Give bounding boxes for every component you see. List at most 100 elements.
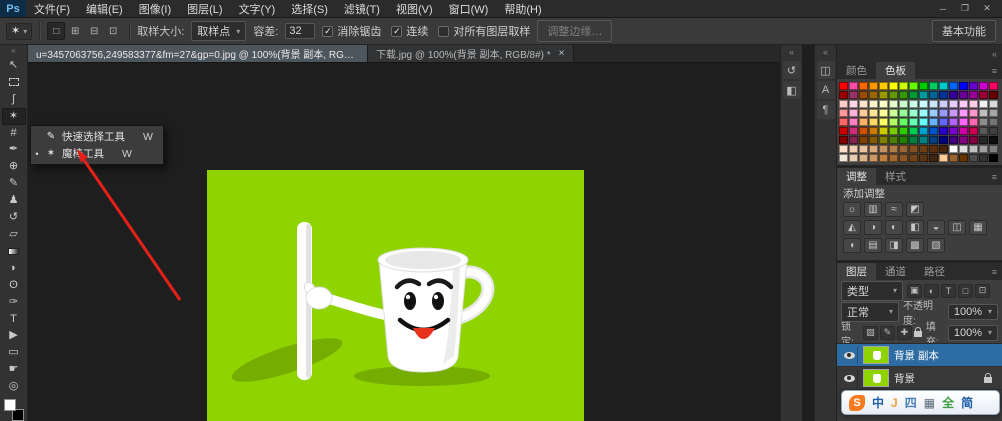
layer-row-2[interactable]: 背景	[837, 367, 1002, 390]
vibrance-adjustment-icon[interactable]: ◭	[843, 220, 861, 235]
color-swatch[interactable]	[929, 100, 938, 108]
menu-edit[interactable]: 编辑(E)	[78, 0, 131, 17]
color-swatch[interactable]	[909, 100, 918, 108]
color-swatch[interactable]	[979, 127, 988, 135]
color-swatch[interactable]	[939, 100, 948, 108]
color-swatch[interactable]	[929, 109, 938, 117]
color-swatch[interactable]	[949, 127, 958, 135]
color-swatch[interactable]	[989, 100, 998, 108]
color-swatch[interactable]	[939, 82, 948, 90]
color-swatch[interactable]	[839, 91, 848, 99]
color-swatch[interactable]	[879, 100, 888, 108]
color-swatch[interactable]	[859, 82, 868, 90]
color-swatch[interactable]	[979, 136, 988, 144]
add-to-selection-mode[interactable]: ⊞	[66, 22, 84, 40]
color-swatch[interactable]	[919, 91, 928, 99]
color-swatch[interactable]	[939, 109, 948, 117]
panel-menu-icon[interactable]: ≡	[992, 66, 997, 76]
color-swatch[interactable]	[989, 127, 998, 135]
color-swatch[interactable]	[969, 127, 978, 135]
color-swatch[interactable]	[899, 127, 908, 135]
document-tab-1[interactable]: u=3457063756,249583377&fm=27&gp=0.jpg @ …	[28, 45, 368, 62]
tab-channels[interactable]: 通道	[876, 263, 915, 280]
color-swatch[interactable]	[879, 109, 888, 117]
color-swatch[interactable]	[949, 82, 958, 90]
move-tool[interactable]: ↖	[2, 57, 26, 74]
color-swatch[interactable]	[959, 91, 968, 99]
ime-item-1[interactable]: 中	[872, 397, 884, 409]
color-swatch[interactable]	[949, 136, 958, 144]
zoom-tool[interactable]: ◎	[2, 378, 26, 395]
color-swatch[interactable]	[859, 136, 868, 144]
pen-tool[interactable]: ✑	[2, 294, 26, 311]
color-swatch[interactable]	[969, 82, 978, 90]
blur-tool[interactable]: ◗	[2, 260, 26, 277]
collapsed-info-panel-icon[interactable]: ◫	[817, 61, 835, 79]
color-swatch[interactable]	[869, 136, 878, 144]
color-swatch[interactable]	[979, 118, 988, 126]
color-swatch[interactable]	[949, 154, 958, 162]
color-swatch[interactable]	[889, 100, 898, 108]
ime-item-4[interactable]: ▦	[924, 397, 935, 409]
color-swatch[interactable]	[889, 145, 898, 153]
tab-paths[interactable]: 路径	[915, 263, 954, 280]
tool-preset-picker[interactable]: ✶ ▾	[6, 23, 32, 40]
menu-filter[interactable]: 滤镜(T)	[336, 0, 388, 17]
canvas-area[interactable]: ✎快速选择工具W•✶魔棒工具W	[28, 63, 780, 421]
color-swatch[interactable]	[989, 118, 998, 126]
eyedropper-tool[interactable]: ✒	[2, 142, 26, 159]
color-swatch[interactable]	[969, 100, 978, 108]
tab-close-icon[interactable]: ×	[557, 48, 565, 59]
color-lookup-adjustment-icon[interactable]: ▦	[969, 220, 987, 235]
new-selection-mode[interactable]: □	[47, 22, 65, 40]
menu-type[interactable]: 文字(Y)	[231, 0, 284, 17]
channel-mixer-adjustment-icon[interactable]: ◫	[948, 220, 966, 235]
color-swatch[interactable]	[849, 109, 858, 117]
color-swatch[interactable]	[919, 109, 928, 117]
color-swatch[interactable]	[869, 118, 878, 126]
color-swatch[interactable]	[989, 91, 998, 99]
quick-selection-tool-item[interactable]: ✎快速选择工具W	[31, 128, 163, 145]
color-swatch[interactable]	[969, 145, 978, 153]
layer-row-1[interactable]: 背景 副本	[837, 344, 1002, 367]
posterize-adjustment-icon[interactable]: ▤	[864, 238, 882, 253]
color-swatch[interactable]	[849, 127, 858, 135]
tab-adjustments[interactable]: 调整	[837, 168, 876, 185]
color-swatch[interactable]	[889, 127, 898, 135]
color-swatch[interactable]	[929, 127, 938, 135]
color-swatch[interactable]	[919, 127, 928, 135]
subtract-from-selection-mode[interactable]: ⊟	[85, 22, 103, 40]
close-button[interactable]: ✕	[976, 3, 998, 14]
color-swatch[interactable]	[849, 82, 858, 90]
color-swatch[interactable]	[919, 145, 928, 153]
black-white-adjustment-icon[interactable]: ◧	[906, 220, 924, 235]
color-swatch[interactable]	[959, 136, 968, 144]
color-swatch[interactable]	[949, 91, 958, 99]
ime-item-2[interactable]: J	[891, 397, 898, 409]
color-swatch[interactable]	[949, 145, 958, 153]
color-swatch[interactable]	[949, 118, 958, 126]
document-canvas[interactable]	[207, 170, 584, 421]
clone-stamp-tool[interactable]: ♟	[2, 192, 26, 209]
color-swatch[interactable]	[959, 154, 968, 162]
lock-position-icon[interactable]: ✚	[897, 326, 912, 340]
color-swatch[interactable]	[979, 91, 988, 99]
color-swatch[interactable]	[979, 154, 988, 162]
collapsed-properties-panel-icon[interactable]: ◧	[783, 81, 801, 99]
color-swatch[interactable]	[879, 154, 888, 162]
color-swatch[interactable]	[889, 82, 898, 90]
filter-smart-object-icon[interactable]: ⊡	[975, 284, 990, 298]
exposure-adjustment-icon[interactable]: ◩	[906, 202, 924, 217]
horizontal-type-tool[interactable]: T	[2, 311, 26, 328]
color-swatch[interactable]	[849, 118, 858, 126]
color-swatch[interactable]	[929, 154, 938, 162]
color-swatch[interactable]	[849, 91, 858, 99]
collapsed-history-panel-icon[interactable]: ↺	[783, 61, 801, 79]
brightness-contrast-adjustment-icon[interactable]: ☼	[843, 202, 861, 217]
color-swatch[interactable]	[979, 100, 988, 108]
color-swatch[interactable]	[869, 145, 878, 153]
ime-item-3[interactable]: 四	[905, 397, 917, 409]
color-swatch[interactable]	[969, 118, 978, 126]
color-swatch[interactable]	[889, 109, 898, 117]
color-swatch[interactable]	[909, 91, 918, 99]
